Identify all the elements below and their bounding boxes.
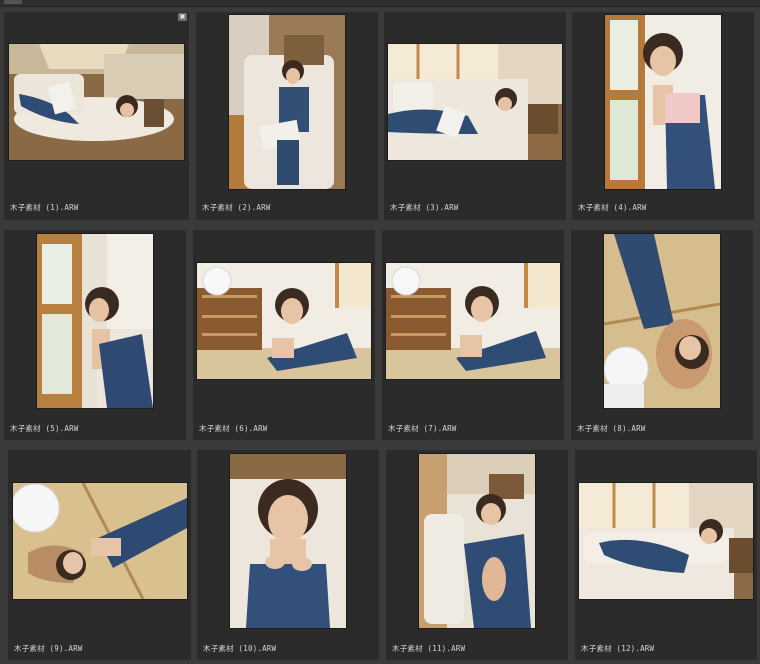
thumbnail-cell[interactable]: 木子素材 (4).ARW bbox=[572, 12, 754, 220]
thumbnail-filename: 木子素材 (8).ARW bbox=[577, 424, 646, 433]
thumbnail-area bbox=[197, 450, 379, 632]
thumbnail-filename: 木子素材 (4).ARW bbox=[578, 203, 647, 212]
thumbnail-cell[interactable]: 木子素材 (3).ARW bbox=[384, 12, 566, 220]
thumbnail-area bbox=[575, 450, 757, 632]
thumbnail-filename: 木子素材 (5).ARW bbox=[10, 424, 79, 433]
thumbnail-area bbox=[386, 450, 568, 632]
thumbnail-cell[interactable]: 木子素材 (2).ARW bbox=[196, 12, 378, 220]
thumbnail-filename: 木子素材 (3).ARW bbox=[390, 203, 459, 212]
thumbnail-filename: 木子素材 (11).ARW bbox=[392, 644, 466, 653]
thumbnail-cell[interactable]: 木子素材 (6).ARW bbox=[193, 230, 375, 440]
thumbnail-area bbox=[8, 450, 191, 632]
thumbnail-cell[interactable]: 木子素材 (10).ARW bbox=[197, 450, 379, 660]
image-browser: ▣ 木子素材 (1).ARW 木子素材 (2).ARW 木子素材 (3).ARW… bbox=[0, 0, 760, 664]
thumbnail-area bbox=[193, 230, 375, 412]
thumbnail-area bbox=[384, 12, 566, 192]
thumbnail-cell[interactable]: 木子素材 (8).ARW bbox=[571, 230, 753, 440]
thumbnail-filename: 木子素材 (1).ARW bbox=[10, 203, 79, 212]
thumbnail-image[interactable] bbox=[386, 263, 560, 379]
thumbnail-image[interactable] bbox=[604, 234, 720, 408]
thumbnail-filename: 木子素材 (9).ARW bbox=[14, 644, 83, 653]
thumbnail-image[interactable] bbox=[605, 15, 721, 189]
thumbnail-area bbox=[571, 230, 753, 412]
thumbnail-cell[interactable]: 木子素材 (12).ARW bbox=[575, 450, 757, 660]
thumbnail-image[interactable] bbox=[419, 454, 535, 628]
thumbnail-filename: 木子素材 (6).ARW bbox=[199, 424, 268, 433]
thumbnail-area bbox=[4, 12, 189, 192]
thumbnail-cell[interactable]: 木子素材 (7).ARW bbox=[382, 230, 564, 440]
thumbnail-image[interactable] bbox=[229, 15, 345, 189]
thumbnail-filename: 木子素材 (7).ARW bbox=[388, 424, 457, 433]
thumbnail-cell[interactable]: ▣ 木子素材 (1).ARW bbox=[4, 12, 189, 220]
thumbnail-area bbox=[196, 12, 378, 192]
thumbnail-filename: 木子素材 (10).ARW bbox=[203, 644, 277, 653]
thumbnail-image[interactable] bbox=[579, 483, 753, 599]
thumbnail-image[interactable] bbox=[197, 263, 371, 379]
thumbnail-area bbox=[382, 230, 564, 412]
thumbnail-image[interactable] bbox=[12, 483, 187, 599]
thumbnail-cell[interactable]: 木子素材 (9).ARW bbox=[8, 450, 191, 660]
toolbar-tab[interactable] bbox=[4, 0, 22, 4]
thumbnail-cell[interactable]: 木子素材 (5).ARW bbox=[4, 230, 186, 440]
thumbnail-area bbox=[4, 230, 186, 412]
top-toolbar-strip bbox=[0, 0, 760, 7]
thumbnail-image[interactable] bbox=[9, 44, 184, 160]
thumbnail-image[interactable] bbox=[388, 44, 562, 160]
thumbnail-filename: 木子素材 (12).ARW bbox=[581, 644, 655, 653]
thumbnail-cell[interactable]: 木子素材 (11).ARW bbox=[386, 450, 568, 660]
thumbnail-image[interactable] bbox=[37, 234, 153, 408]
thumbnail-filename: 木子素材 (2).ARW bbox=[202, 203, 271, 212]
thumbnail-image[interactable] bbox=[230, 454, 346, 628]
thumbnail-area bbox=[572, 12, 754, 192]
